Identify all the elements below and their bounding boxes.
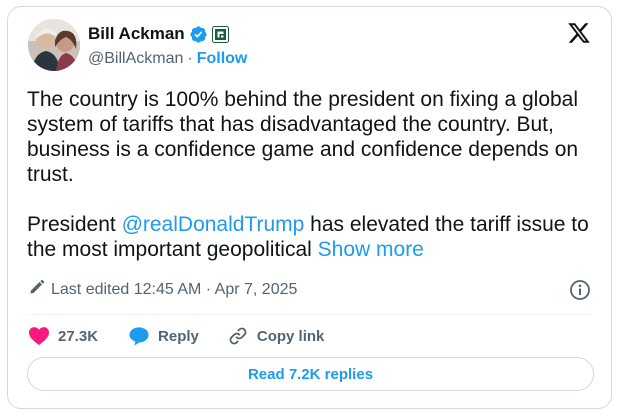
- reply-button[interactable]: Reply: [128, 326, 199, 346]
- avatar[interactable]: [28, 19, 80, 71]
- read-replies-button[interactable]: Read 7.2K replies: [27, 357, 594, 391]
- edited-timestamp[interactable]: Last edited 12:45 AM · Apr 7, 2025: [51, 281, 297, 299]
- tweet-meta: Last edited 12:45 AM · Apr 7, 2025: [29, 279, 297, 300]
- author-name-row: Bill Ackman: [88, 22, 229, 46]
- copy-link-button[interactable]: Copy link: [227, 325, 325, 347]
- author-handle[interactable]: @BillAckman: [88, 50, 183, 68]
- heart-icon: [28, 326, 50, 346]
- tweet-embed-card: Bill Ackman @BillAckman · Follow The cou…: [7, 6, 612, 409]
- avatar-image: [28, 19, 80, 71]
- handle-separator: ·: [187, 50, 193, 67]
- show-more-link[interactable]: Show more: [318, 238, 424, 261]
- reply-label: Reply: [158, 327, 199, 345]
- tweet-paragraph-2-start: President: [27, 213, 122, 236]
- affiliate-badge-icon: [211, 25, 229, 43]
- mention-link[interactable]: @realDonaldTrump: [122, 213, 305, 236]
- action-bar: 27.3K Reply Copy link: [28, 323, 324, 349]
- follow-button[interactable]: Follow: [197, 50, 248, 68]
- x-logo-icon[interactable]: [567, 21, 591, 45]
- pencil-icon: [29, 279, 45, 300]
- author-name[interactable]: Bill Ackman: [88, 24, 185, 44]
- verified-badge-icon: [189, 25, 208, 44]
- copy-link-label: Copy link: [256, 327, 325, 345]
- speech-bubble-icon: [128, 326, 150, 346]
- like-button[interactable]: 27.3K: [28, 326, 98, 346]
- likes-count: 27.3K: [58, 327, 99, 345]
- author-handle-row: @BillAckman · Follow: [88, 50, 247, 68]
- divider: [27, 314, 592, 315]
- tweet-text: The country is 100% behind the president…: [27, 87, 597, 262]
- info-icon[interactable]: [569, 279, 591, 301]
- tweet-paragraph-2: President @realDonaldTrump has elevated …: [27, 212, 597, 262]
- tweet-paragraph-1: The country is 100% behind the president…: [27, 88, 579, 186]
- link-icon: [227, 325, 249, 347]
